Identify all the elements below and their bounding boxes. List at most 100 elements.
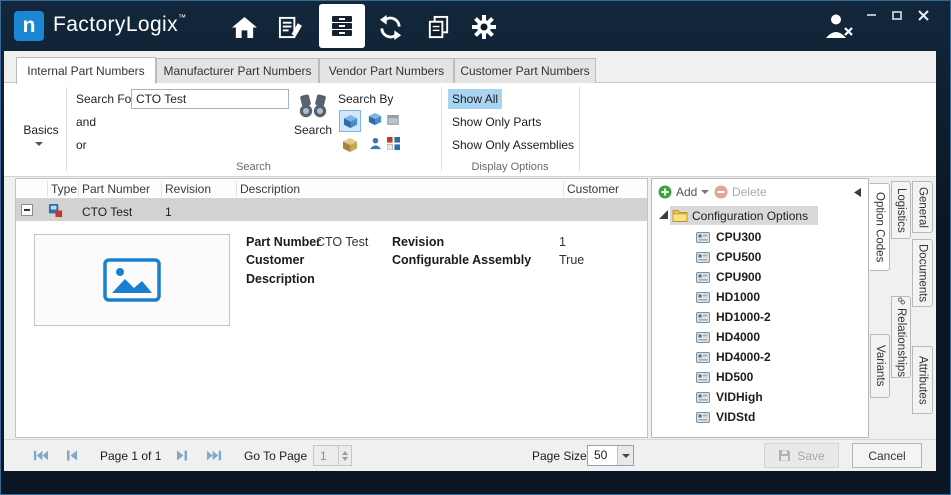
tab-general[interactable]: General xyxy=(912,181,933,233)
search-for-input[interactable] xyxy=(131,89,289,109)
tab-documents[interactable]: Documents xyxy=(912,239,933,307)
ribbon-separator xyxy=(579,87,580,171)
folder-icon xyxy=(672,209,688,222)
worksheets-icon[interactable] xyxy=(273,12,307,42)
go-to-page-value[interactable] xyxy=(314,446,338,465)
app-logo: n xyxy=(14,11,44,41)
add-button[interactable]: Add xyxy=(658,183,709,201)
maximize-button[interactable] xyxy=(887,6,907,24)
display-option-show-all[interactable]: Show All xyxy=(448,89,502,109)
delete-button[interactable]: Delete xyxy=(714,183,767,201)
basics-menu[interactable]: Basics xyxy=(18,123,64,137)
tree-item[interactable]: CPU500 xyxy=(652,247,868,267)
save-button[interactable]: Save xyxy=(764,443,839,468)
tab-option-codes[interactable]: Option Codes xyxy=(869,183,890,271)
tab-relationships[interactable]: Relationships xyxy=(891,296,911,378)
brand-name: FactoryLogix™ xyxy=(53,13,186,37)
pager-bar: Page 1 of 1 Go To Page Page Size 50 Save xyxy=(4,439,936,471)
home-icon[interactable] xyxy=(227,12,261,42)
display-option-show-only-assemblies[interactable]: Show Only Assemblies xyxy=(448,135,578,155)
option-code-icon xyxy=(696,392,710,403)
ribbon: Basics Search For and or xyxy=(4,83,936,177)
column-description[interactable]: Description xyxy=(240,179,300,199)
column-type[interactable]: Type xyxy=(51,179,77,199)
titlebar: n FactoryLogix™ xyxy=(1,1,950,51)
parts-library-icon xyxy=(329,13,355,39)
part-type-icon xyxy=(47,202,63,218)
detail-revision-value: 1 xyxy=(559,235,566,249)
tree-item[interactable]: HD1000 xyxy=(652,287,868,307)
page-indicator: Page 1 of 1 xyxy=(100,449,161,463)
next-page-button[interactable] xyxy=(174,449,192,462)
tab-internal-part-numbers[interactable]: Internal Part Numbers xyxy=(16,57,156,84)
tab-customer-part-numbers[interactable]: Customer Part Numbers xyxy=(454,58,596,83)
tree-item[interactable]: HD1000-2 xyxy=(652,307,868,327)
save-disk-icon xyxy=(778,449,791,462)
parts-library-active-tool[interactable] xyxy=(319,4,365,48)
tree-root-configuration-options[interactable]: Configuration Options xyxy=(670,206,818,225)
search-by-bom-icon[interactable] xyxy=(385,135,401,151)
binoculars-icon xyxy=(298,92,328,118)
column-customer[interactable]: Customer xyxy=(567,179,619,199)
row-collapse-toggle[interactable] xyxy=(21,204,33,216)
search-button[interactable] xyxy=(297,91,329,119)
cancel-button[interactable]: Cancel xyxy=(852,443,922,468)
page-size-select[interactable]: 50 xyxy=(587,445,634,466)
option-code-icon xyxy=(696,252,710,263)
display-options-group-label: Display Options xyxy=(441,161,579,173)
tab-vendor-part-numbers[interactable]: Vendor Part Numbers xyxy=(319,58,454,83)
page-size-label: Page Size xyxy=(532,449,587,463)
basics-caret-icon[interactable] xyxy=(35,142,43,146)
tab-logistics[interactable]: Logistics xyxy=(891,181,911,239)
tree-item[interactable]: VIDStd xyxy=(652,407,868,427)
logout-user-icon[interactable] xyxy=(821,10,855,40)
page-size-caret-icon xyxy=(617,446,633,465)
go-to-page-spinner[interactable] xyxy=(338,446,351,465)
tree-items: CPU300 CPU500 CPU900 HD1000 HD1000-2 xyxy=(652,227,868,427)
search-by-label: Search By xyxy=(338,92,393,106)
table-row[interactable]: CTO Test 1 xyxy=(16,199,647,221)
option-code-icon xyxy=(696,312,710,323)
app-window: n FactoryLogix™ xyxy=(0,0,951,495)
search-by-components-icon[interactable] xyxy=(367,111,383,127)
tree-item[interactable]: CPU300 xyxy=(652,227,868,247)
delete-minus-icon xyxy=(714,185,728,199)
tab-manufacturer-part-numbers[interactable]: Manufacturer Part Numbers xyxy=(156,58,319,83)
last-page-button[interactable] xyxy=(206,449,224,462)
previous-page-button[interactable] xyxy=(65,449,83,462)
search-by-customers-icon[interactable] xyxy=(367,135,383,151)
link-icon xyxy=(896,297,907,305)
ribbon-separator xyxy=(441,87,442,171)
minimize-button[interactable] xyxy=(861,6,881,24)
part-image-placeholder[interactable] xyxy=(34,234,230,326)
sync-icon[interactable] xyxy=(373,12,407,42)
tree-expander-icon[interactable] xyxy=(659,210,668,219)
go-to-page-input[interactable] xyxy=(313,445,352,466)
display-option-show-only-parts[interactable]: Show Only Parts xyxy=(448,112,545,132)
add-plus-icon xyxy=(658,185,672,199)
tree-item[interactable]: HD4000-2 xyxy=(652,347,868,367)
and-label: and xyxy=(76,115,96,129)
tree-item[interactable]: VIDHigh xyxy=(652,387,868,407)
search-by-parts-icon[interactable] xyxy=(339,110,361,132)
tree-item[interactable]: CPU900 xyxy=(652,267,868,287)
panel-collapse-arrow-icon[interactable] xyxy=(853,187,863,197)
search-for-label: Search For xyxy=(76,92,135,106)
detail-part-number-value: CTO Test xyxy=(316,235,368,249)
option-code-icon xyxy=(696,352,710,363)
column-revision[interactable]: Revision xyxy=(165,179,211,199)
search-by-packages-icon[interactable] xyxy=(385,111,401,127)
search-by-assemblies-icon[interactable] xyxy=(341,136,359,154)
tab-variants[interactable]: Variants xyxy=(870,334,890,398)
tab-attributes[interactable]: Attributes xyxy=(912,346,933,414)
detail-configurable-assembly-label: Configurable Assembly xyxy=(392,253,531,267)
tree-item[interactable]: HD500 xyxy=(652,367,868,387)
tree-item[interactable]: HD4000 xyxy=(652,327,868,347)
documents-copy-icon[interactable] xyxy=(421,12,455,42)
settings-gear-icon[interactable] xyxy=(467,12,501,42)
close-button[interactable] xyxy=(913,6,933,24)
search-button-label: Search xyxy=(292,123,334,137)
column-part-number[interactable]: Part Number xyxy=(82,179,150,199)
or-label: or xyxy=(76,138,87,152)
first-page-button[interactable] xyxy=(33,449,51,462)
